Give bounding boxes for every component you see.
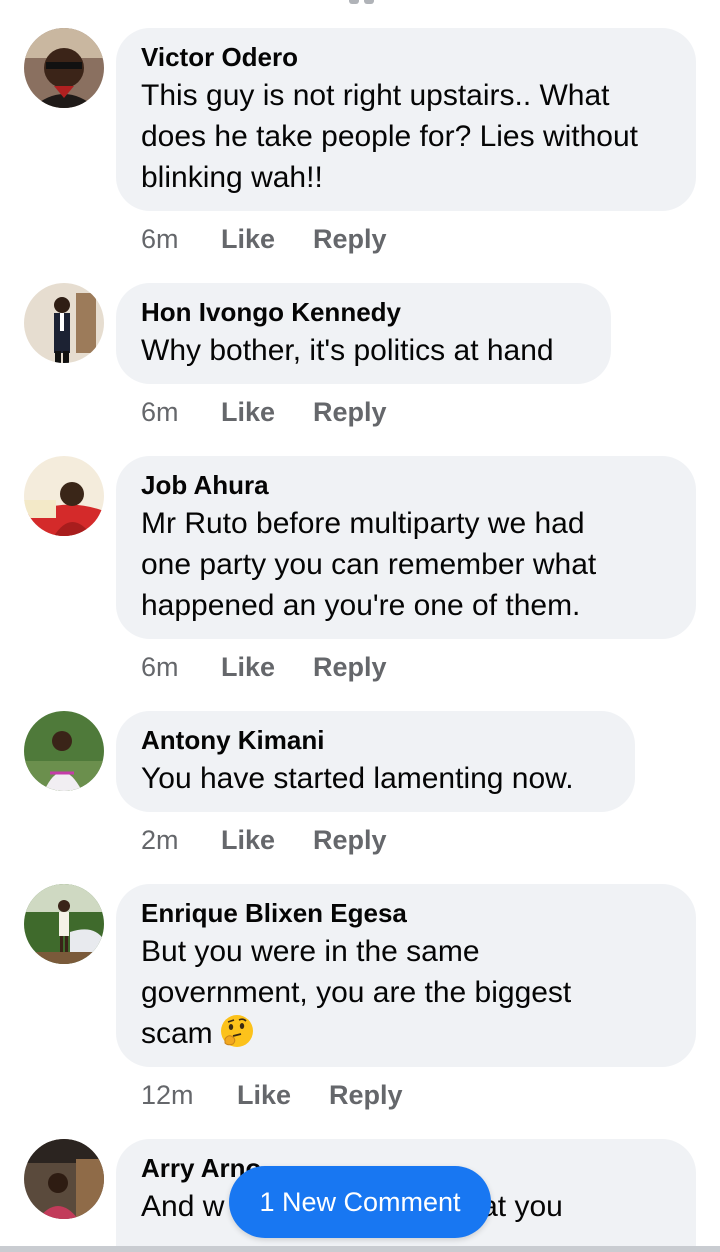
comment-author[interactable]: Victor Odero xyxy=(141,41,672,73)
like-button[interactable]: Like xyxy=(221,397,313,428)
avatar[interactable] xyxy=(24,884,104,964)
reply-button[interactable]: Reply xyxy=(329,1080,403,1111)
avatar[interactable] xyxy=(24,28,104,108)
comment-author[interactable]: Enrique Blixen Egesa xyxy=(141,897,672,929)
like-button[interactable]: Like xyxy=(221,652,313,683)
comment-text: Why bother, it's politics at hand xyxy=(141,334,554,367)
new-comment-button[interactable]: 1 New Comment xyxy=(229,1166,491,1238)
comment-text: You have started lamenting now. xyxy=(141,762,574,795)
comment-actions: 12m Like Reply xyxy=(141,1080,403,1111)
comment-time[interactable]: 2m xyxy=(141,825,221,856)
reply-button[interactable]: Reply xyxy=(313,652,387,683)
comment-actions: 6m Like Reply xyxy=(141,224,387,255)
comment-text: But you were in the same government, you… xyxy=(141,935,572,1050)
avatar[interactable] xyxy=(24,1139,104,1219)
comment-bubble: Victor Odero This guy is not right upsta… xyxy=(116,28,696,211)
comment-text: This guy is not right upstairs.. What do… xyxy=(141,79,639,194)
comment-author[interactable]: Job Ahura xyxy=(141,469,672,501)
comment-actions: 2m Like Reply xyxy=(141,825,387,856)
comment-time[interactable]: 6m xyxy=(141,224,221,255)
thinking-face-icon xyxy=(219,1013,255,1049)
comment-bubble: Job Ahura Mr Ruto before multiparty we h… xyxy=(116,456,696,639)
reply-button[interactable]: Reply xyxy=(313,397,387,428)
comment-author[interactable]: Antony Kimani xyxy=(141,724,611,756)
like-button[interactable]: Like xyxy=(237,1080,329,1111)
like-button[interactable]: Like xyxy=(221,224,313,255)
avatar[interactable] xyxy=(24,456,104,536)
comment-bubble: Enrique Blixen Egesa But you were in the… xyxy=(116,884,696,1067)
comment-actions: 6m Like Reply xyxy=(141,397,387,428)
bottom-divider xyxy=(0,1246,720,1252)
comment-actions: 6m Like Reply xyxy=(141,652,387,683)
comment-bubble: Antony Kimani You have started lamenting… xyxy=(116,711,635,812)
comment-author[interactable]: Hon Ivongo Kennedy xyxy=(141,296,587,328)
comment-time[interactable]: 12m xyxy=(141,1080,237,1111)
comment-text: Mr Ruto before multiparty we had one par… xyxy=(141,507,597,622)
comment-bubble: Hon Ivongo Kennedy Why bother, it's poli… xyxy=(116,283,611,384)
reply-button[interactable]: Reply xyxy=(313,224,387,255)
like-button[interactable]: Like xyxy=(221,825,313,856)
reply-button[interactable]: Reply xyxy=(313,825,387,856)
avatar[interactable] xyxy=(24,711,104,791)
more-indicator xyxy=(338,0,384,4)
comment-time[interactable]: 6m xyxy=(141,397,221,428)
avatar[interactable] xyxy=(24,283,104,363)
comment-time[interactable]: 6m xyxy=(141,652,221,683)
